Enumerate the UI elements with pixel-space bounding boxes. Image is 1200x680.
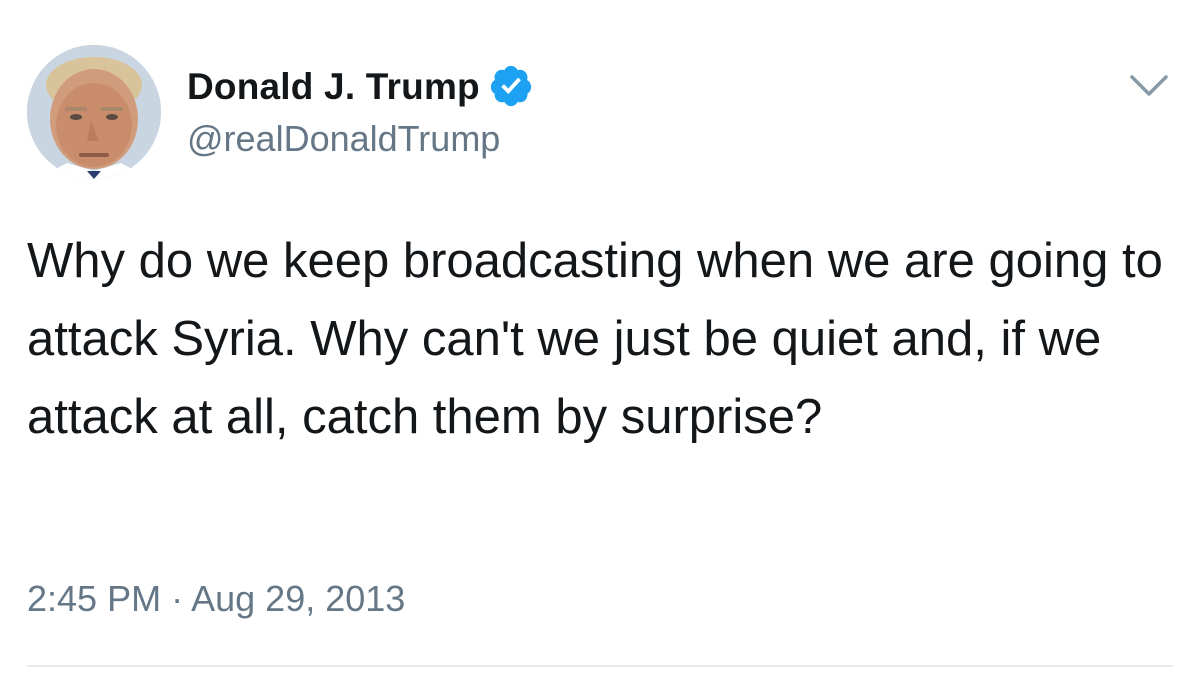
tweet-time: 2:45 PM (27, 578, 162, 619)
avatar[interactable] (27, 45, 161, 179)
chevron-down-icon[interactable] (1128, 72, 1170, 100)
tweet-card: Donald J. Trump @realDonaldTrump Why do … (0, 0, 1200, 680)
divider (27, 665, 1173, 667)
user-name-text: Donald J. Trump (187, 66, 480, 107)
user-name[interactable]: Donald J. Trump (187, 66, 534, 109)
avatar-image (27, 45, 161, 179)
tweet-date: Aug 29, 2013 (191, 578, 406, 619)
tweet-text: Why do we keep broadcasting when we are … (27, 234, 1163, 444)
user-handle[interactable]: @realDonaldTrump (187, 118, 500, 160)
verified-badge-icon (490, 66, 531, 107)
timestamp-separator: · (171, 578, 184, 619)
tweet-timestamp[interactable]: 2:45 PM · Aug 29, 2013 (27, 578, 405, 620)
